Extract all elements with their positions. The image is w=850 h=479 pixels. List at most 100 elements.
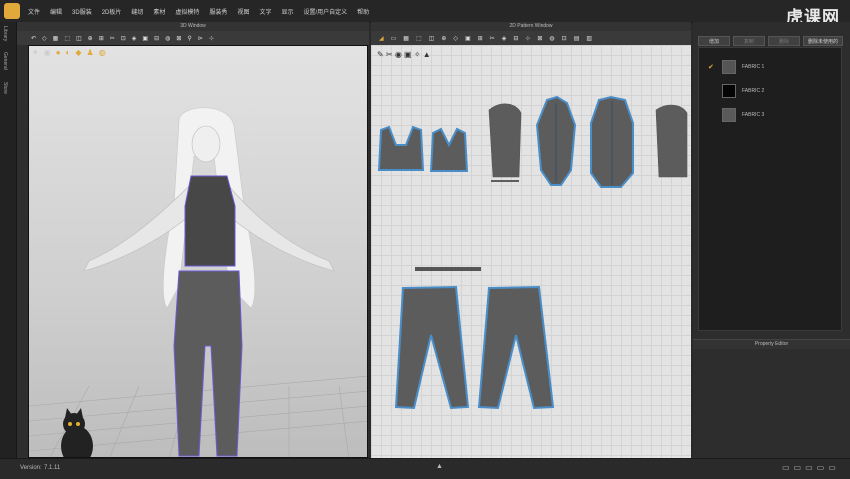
delete-unused-button[interactable]: 删除未使用的 (803, 36, 843, 46)
3d-toolbar: ↶ ◇ ▦ ⬚ ◫ ⊕ ⊞ ✂ ⊡ ◈ ▣ ⊟ ◍ ⊠ ⚲ ⊳ ⊹ (17, 31, 369, 45)
menu-text[interactable]: 文字 (259, 7, 271, 16)
add-point-icon[interactable]: ⊕ (441, 35, 446, 42)
fabric-name: FABRIC 3 (742, 112, 765, 118)
rectangle-icon[interactable]: ▭ (391, 35, 397, 42)
check-icon: ✔ (708, 64, 714, 71)
3d-viewport[interactable] (28, 45, 368, 458)
garment-icon[interactable]: ◆ (75, 48, 81, 57)
2d-pattern-canvas[interactable]: ✎ ✂ ◉ ▣ ✧ ▲ (371, 45, 691, 458)
frame-icon[interactable]: ⊡ (562, 35, 567, 42)
fabric-name: FABRIC 1 (742, 64, 765, 70)
pattern-piece-waistband[interactable] (415, 267, 481, 271)
pin-icon[interactable]: ◍ (165, 35, 170, 42)
menu-view[interactable]: 视图 (237, 7, 249, 16)
cut-icon[interactable]: ✂ (490, 35, 495, 42)
pattern-piece-sleeve-right[interactable] (655, 104, 688, 178)
fabric-name: FABRIC 2 (742, 88, 765, 94)
diamond-icon[interactable]: ◇ (453, 35, 458, 42)
panel-icon[interactable]: ◫ (76, 35, 82, 42)
menu-file[interactable]: 文件 (28, 7, 40, 16)
pattern-piece-sleeve-left[interactable] (488, 103, 522, 178)
diamond-icon[interactable]: ◈ (132, 35, 137, 42)
left-tab-strip: Library General Store (0, 22, 17, 458)
minus-box-icon[interactable]: ⊟ (154, 35, 159, 42)
frame-icon[interactable]: ⊡ (121, 35, 126, 42)
select-icon[interactable]: ◇ (42, 35, 47, 42)
minus-box-icon[interactable]: ⊟ (513, 35, 518, 42)
pattern-piece-pants-back[interactable] (477, 285, 555, 410)
menu-edit[interactable]: 编辑 (50, 7, 62, 16)
texture-icon[interactable]: ● (56, 48, 61, 57)
menu-2d-pattern[interactable]: 2D板片 (102, 7, 122, 16)
grid-icon[interactable]: ▦ (403, 35, 409, 42)
garment-top[interactable] (184, 175, 236, 267)
pin-icon[interactable]: ◍ (549, 35, 554, 42)
copy-button[interactable]: 复制 (733, 36, 765, 46)
fabric-item-1[interactable]: ✔ FABRIC 1 (706, 58, 836, 76)
render-icon[interactable]: ◍ (99, 48, 106, 57)
light-icon[interactable]: ◐ (66, 48, 71, 57)
avatar-display-icon[interactable]: ✦ (32, 48, 39, 57)
box-icon[interactable]: ⬚ (416, 35, 422, 42)
box-icon[interactable]: ⬚ (64, 35, 70, 42)
star-icon[interactable]: ⊹ (209, 35, 214, 42)
cross-box-icon[interactable]: ⊠ (537, 35, 542, 42)
3d-scene (29, 107, 367, 457)
transform-icon[interactable]: ◢ (379, 35, 384, 42)
menu-avatar[interactable]: 虚拟模特 (175, 7, 199, 16)
grid-icon[interactable]: ▦ (53, 35, 59, 42)
layers-icon[interactable]: ▤ (574, 35, 580, 42)
panel-icon[interactable]: ◫ (429, 35, 435, 42)
menu-garment-show[interactable]: 服装秀 (209, 7, 227, 16)
grid-plus-icon[interactable]: ⊞ (478, 35, 483, 42)
fabric-swatch (722, 108, 736, 122)
fabric-item-2[interactable]: FABRIC 2 (706, 82, 836, 100)
avatar-head (191, 125, 221, 163)
expand-up-icon[interactable]: ▲ (436, 463, 443, 470)
fabric-swatch (722, 60, 736, 74)
2d-toolbar: ◢ ▭ ▦ ⬚ ◫ ⊕ ◇ ▣ ⊞ ✂ ◈ ⊟ ⊹ ⊠ ◍ ⊡ ▤ ▥ (371, 31, 691, 45)
tab-store[interactable]: Store (2, 82, 8, 94)
add-button[interactable]: 增加 (698, 36, 730, 46)
app-logo-icon[interactable] (4, 3, 20, 19)
camera-icon[interactable]: ◉ (44, 48, 51, 57)
tab-general[interactable]: General (2, 52, 8, 70)
pattern-piece-bra-back[interactable] (429, 127, 469, 172)
menu-list: 文件 编辑 3D服装 2D板片 缝纫 素材 虚拟模特 服装秀 视图 文字 显示 … (28, 0, 369, 22)
square-icon[interactable]: ▣ (465, 35, 471, 42)
pattern-piece-pants-front[interactable] (394, 285, 470, 410)
menu-materials[interactable]: 素材 (153, 7, 165, 16)
cut-icon[interactable]: ✂ (110, 35, 115, 42)
version-label: Version: (20, 465, 42, 471)
tab-library[interactable]: Library (2, 26, 8, 41)
grid-plus-icon[interactable]: ⊞ (99, 35, 104, 42)
undo-icon[interactable]: ↶ (31, 35, 36, 42)
2d-view-icons: ✎ ✂ ◉ ▣ ✧ ▲ (377, 50, 431, 59)
status-bar: Version: 7.1.11 ▲ ▭▭▭▭▭ (0, 458, 850, 479)
delete-button[interactable]: 删除 (768, 36, 800, 46)
pattern-tool-icon[interactable]: ✎ ✂ ◉ ▣ ✧ ▲ (377, 50, 431, 59)
menu-settings[interactable]: 设置/用户自定义 (303, 7, 347, 16)
menu-display[interactable]: 显示 (281, 7, 293, 16)
menu-3d-garment[interactable]: 3D服装 (72, 7, 92, 16)
3d-view-icons: ✦ ◉ ● ◐ ◆ ♟ ◍ (32, 48, 106, 57)
add-point-icon[interactable]: ⊕ (88, 35, 93, 42)
cross-box-icon[interactable]: ⊠ (176, 35, 181, 42)
star-icon[interactable]: ⊹ (525, 35, 530, 42)
play-icon[interactable]: ⊳ (198, 35, 203, 42)
pattern-pieces: ✎ ✂ ◉ ▣ ✧ ▲ (377, 50, 688, 410)
pattern-piece-bra-front[interactable] (377, 125, 425, 171)
layout-icons[interactable]: ▭▭▭▭▭ (782, 463, 840, 472)
menu-help[interactable]: 帮助 (357, 7, 369, 16)
avatar-icon[interactable]: ♟ (87, 48, 94, 57)
fabric-item-3[interactable]: FABRIC 3 (706, 106, 836, 124)
fabric-swatch (722, 84, 736, 98)
property-editor-header[interactable]: Property Editor (693, 339, 850, 349)
female-icon[interactable]: ⚲ (187, 35, 191, 42)
garment-pants[interactable] (173, 270, 243, 457)
menu-sewing[interactable]: 缝纫 (131, 7, 143, 16)
stack-icon[interactable]: ▥ (586, 35, 592, 42)
seam-icon[interactable]: ◈ (502, 35, 507, 42)
menu-bar: 文件 编辑 3D服装 2D板片 缝纫 素材 虚拟模特 服装秀 视图 文字 显示 … (0, 0, 850, 27)
square-icon[interactable]: ▣ (142, 35, 148, 42)
